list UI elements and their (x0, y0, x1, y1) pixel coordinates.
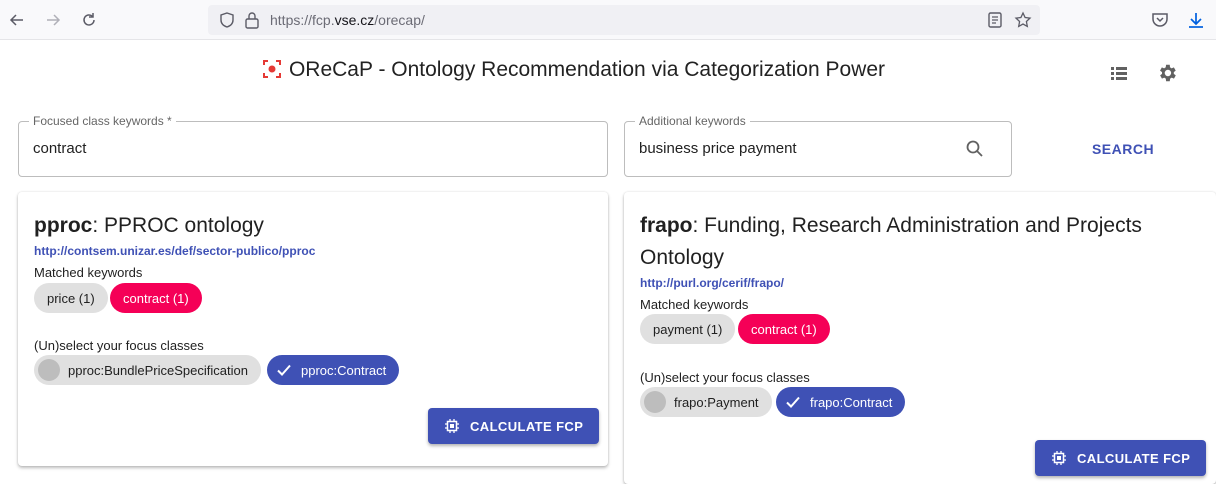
class-chip-payment[interactable]: frapo:Payment (640, 387, 772, 417)
focus-classes-label: (Un)select your focus classes (34, 338, 204, 353)
calculate-fcp-label: CALCULATE FCP (1077, 450, 1191, 466)
ontology-card-frapo: frapo: Funding, Research Administration … (624, 192, 1216, 484)
keyword-chip-contract: contract (1) (738, 314, 830, 344)
check-icon (786, 396, 800, 408)
forward-arrow-icon[interactable] (42, 9, 64, 31)
additional-keywords-field[interactable]: Additional keywords (624, 114, 1012, 177)
matched-keywords-label: Matched keywords (34, 265, 143, 280)
download-icon[interactable] (1186, 10, 1206, 30)
list-icon[interactable] (1108, 62, 1130, 84)
ontology-title: pproc: PPROC ontology (34, 214, 264, 237)
focused-class-keywords-field[interactable]: Focused class keywords * (18, 114, 608, 177)
lock-icon[interactable] (244, 11, 260, 29)
check-icon (277, 364, 291, 376)
page-title: OReCaP - Ontology Recommendation via Cat… (0, 58, 1148, 82)
address-bar[interactable]: https://fcp.vse.cz/orecap/ (208, 5, 1040, 35)
class-chip-contract[interactable]: pproc:Contract (267, 355, 400, 385)
shield-icon[interactable] (218, 11, 236, 29)
ontology-title: frapo: Funding, Research Administration … (640, 214, 1142, 269)
class-chip-label: pproc:BundlePriceSpecification (68, 362, 248, 378)
focus-classes-label: (Un)select your focus classes (640, 370, 810, 385)
keyword-chip-payment: payment (1) (640, 314, 736, 344)
cpu-chip-icon (445, 419, 459, 433)
class-chip-bundle-price-specification[interactable]: pproc:BundlePriceSpecification (34, 355, 261, 385)
unselected-dot (644, 391, 666, 413)
keyword-chip-contract: contract (1) (110, 283, 202, 313)
calculate-fcp-button[interactable]: CALCULATE FCP (428, 408, 600, 444)
search-button[interactable]: SEARCH (1080, 134, 1166, 164)
class-chip-contract[interactable]: frapo:Contract (776, 387, 906, 417)
matched-keywords-label: Matched keywords (640, 297, 749, 312)
star-icon[interactable] (1014, 11, 1032, 29)
reader-view-icon[interactable] (986, 11, 1004, 29)
focused-class-keywords-label: Focused class keywords * (29, 114, 176, 128)
ontology-url-link[interactable]: http://purl.org/cerif/frapo/ (640, 276, 784, 290)
pocket-icon[interactable] (1150, 10, 1170, 30)
class-chip-label: frapo:Payment (674, 394, 759, 410)
calculate-fcp-label: CALCULATE FCP (470, 418, 584, 434)
additional-keywords-input[interactable] (639, 140, 949, 157)
additional-keywords-label: Additional keywords (635, 114, 750, 128)
gear-icon[interactable] (1156, 62, 1178, 84)
app-header: OReCaP - Ontology Recommendation via Cat… (0, 40, 1216, 104)
browser-toolbar: https://fcp.vse.cz/orecap/ (0, 0, 1216, 40)
back-arrow-icon[interactable] (6, 9, 28, 31)
ontology-url-link[interactable]: http://contsem.unizar.es/def/sector-publ… (34, 244, 315, 258)
class-chip-label: pproc:Contract (301, 362, 387, 378)
unselected-dot (38, 359, 60, 381)
focused-class-keywords-input[interactable] (33, 140, 593, 157)
search-icon[interactable] (965, 139, 985, 159)
focus-target-icon (262, 60, 281, 78)
cpu-chip-icon (1052, 451, 1066, 465)
class-chip-label: frapo:Contract (810, 394, 893, 410)
calculate-fcp-button[interactable]: CALCULATE FCP (1035, 440, 1207, 476)
ontology-card-pproc: pproc: PPROC ontology http://contsem.uni… (18, 192, 608, 466)
keyword-chip-price: price (1) (34, 283, 108, 313)
reload-icon[interactable] (78, 9, 100, 31)
url-text[interactable]: https://fcp.vse.cz/orecap/ (270, 12, 425, 28)
